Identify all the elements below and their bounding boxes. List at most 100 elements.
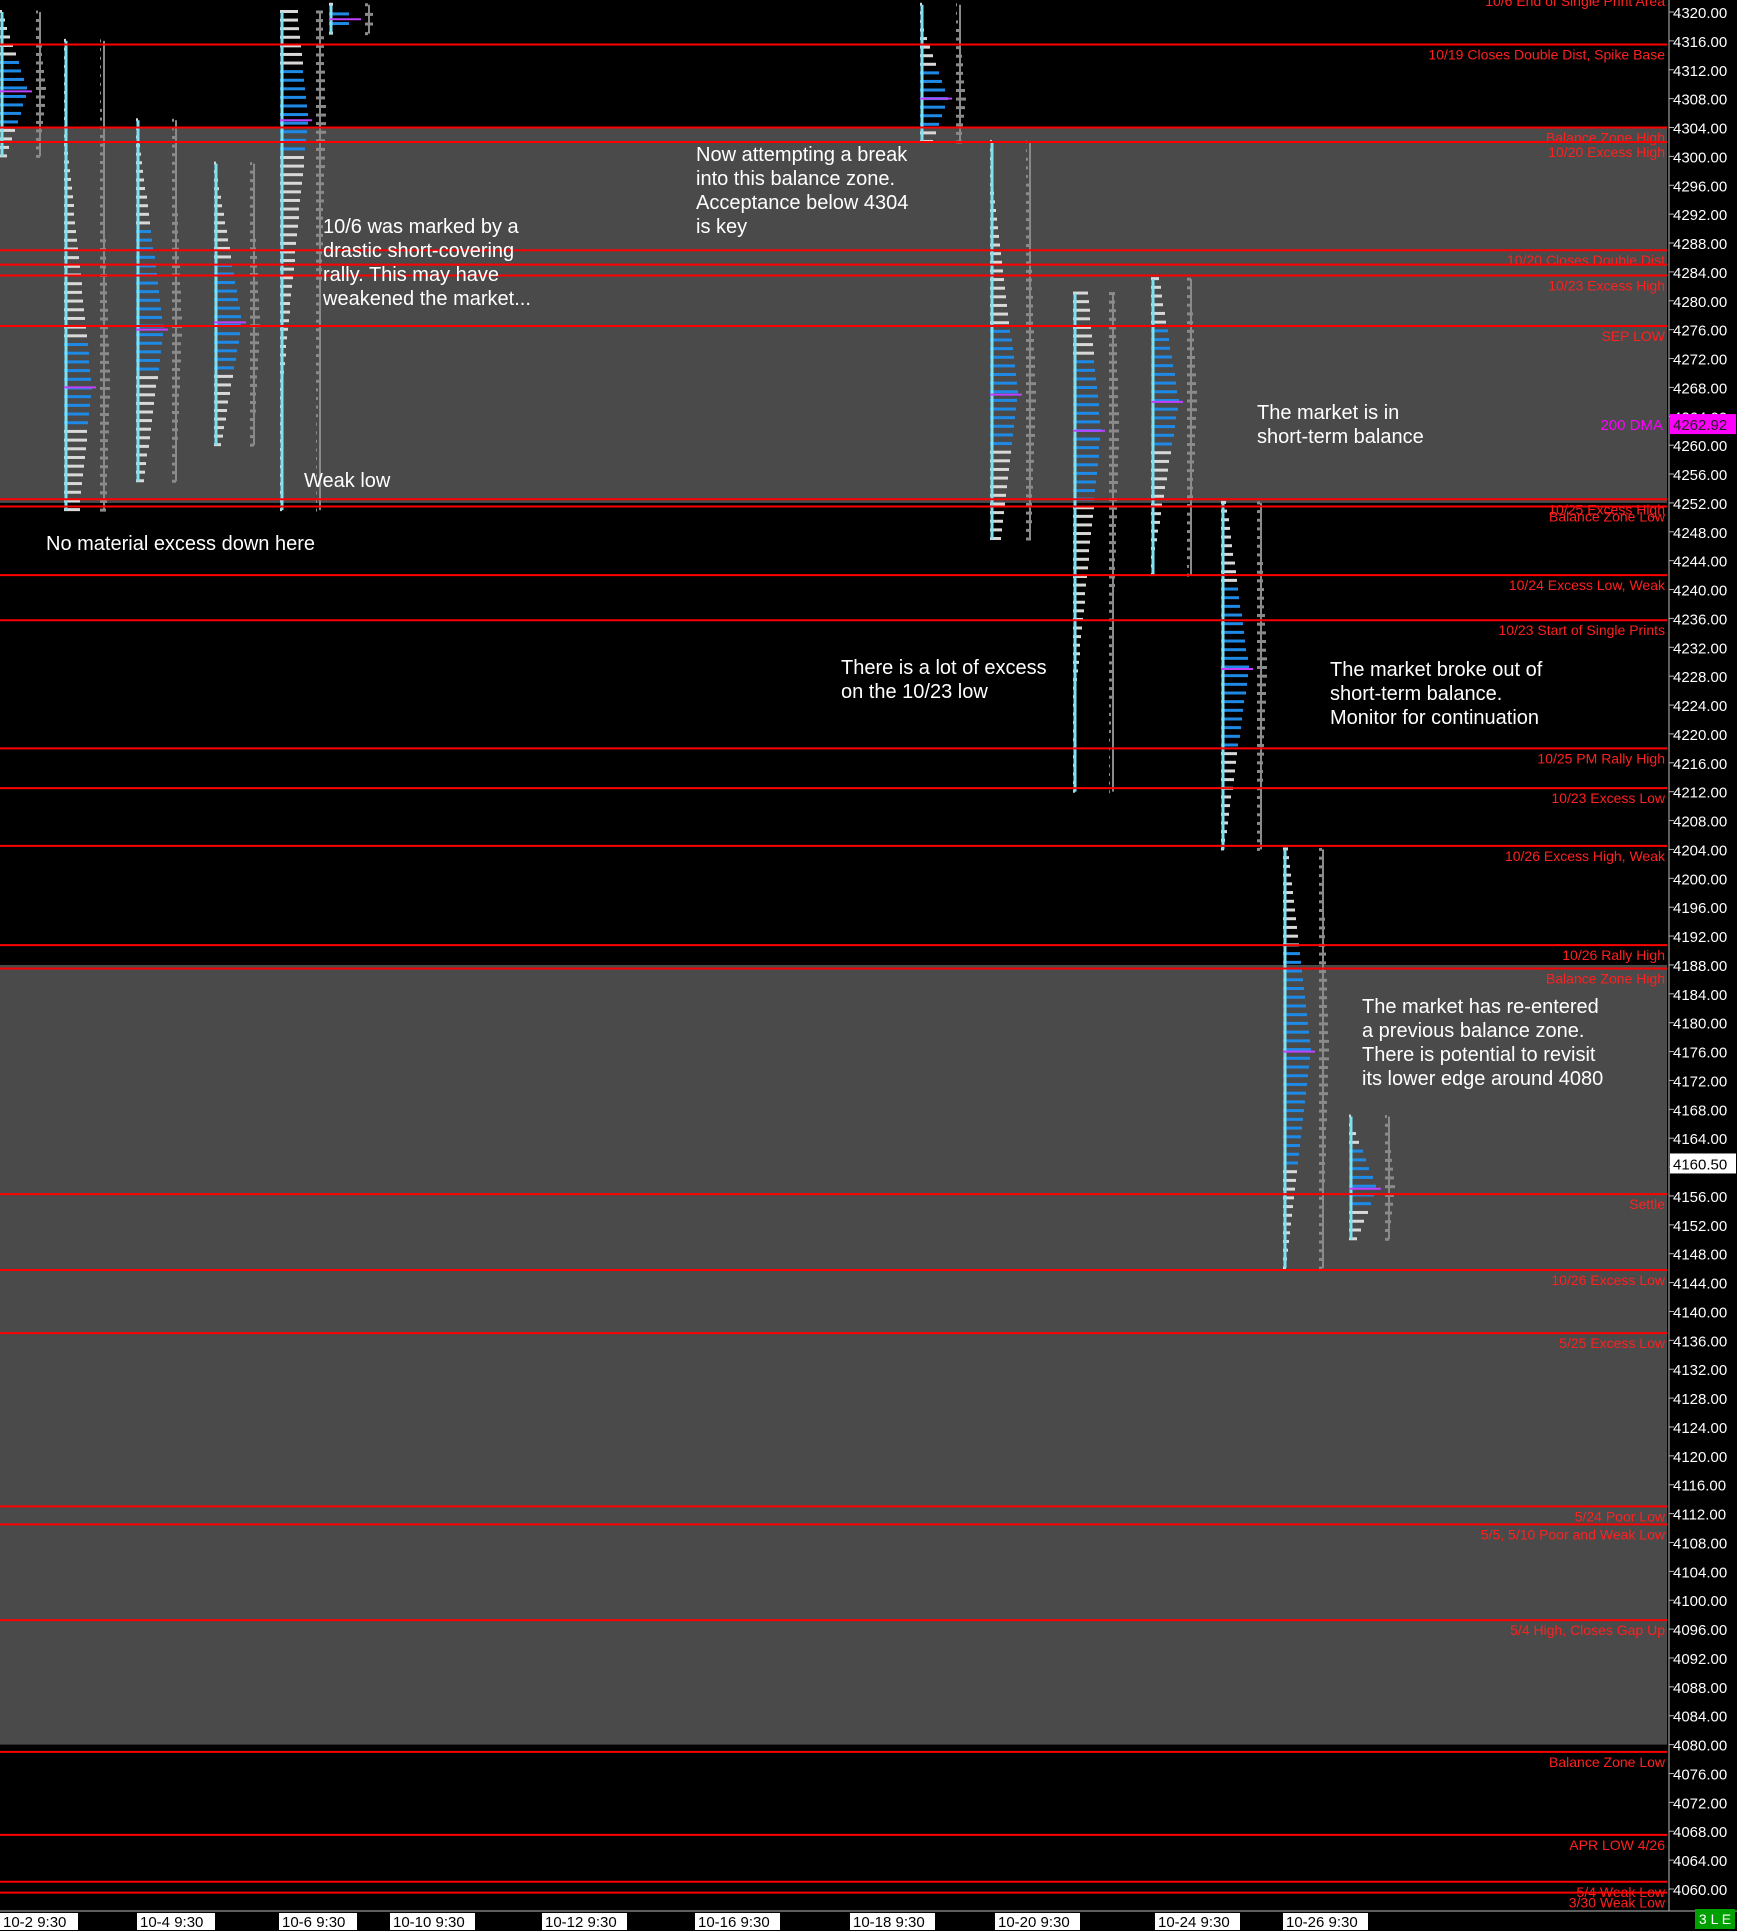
y-tick-label: 4060.00: [1673, 1882, 1727, 1899]
tpo-row: [990, 364, 1015, 368]
tpo-row: [1151, 381, 1176, 385]
reference-label: 10/20 Closes Double Dist: [1507, 252, 1665, 268]
volume-row: [36, 10, 38, 14]
tpo-row: [1151, 372, 1175, 376]
tpo-row: [214, 298, 238, 302]
x-label: 10-26 9:30: [1286, 1914, 1358, 1931]
tpo-row: [1073, 394, 1098, 398]
tpo-row: [64, 395, 91, 399]
volume-row: [1187, 547, 1190, 551]
tpo-row: [280, 95, 306, 99]
volume-row: [316, 379, 319, 383]
volume-row: [316, 500, 317, 504]
y-tick-label: 4240.00: [1673, 583, 1727, 600]
y-tick-label: 4296.00: [1673, 178, 1727, 195]
volume-row: [1319, 1249, 1322, 1253]
y-tick-label: 4068.00: [1673, 1824, 1727, 1841]
tpo-row: [1073, 411, 1099, 415]
profile-10-19: [920, 2, 966, 144]
volume-row: [1109, 678, 1112, 682]
volume-row: [172, 118, 174, 122]
annotation: There is a lot of excess on the 10/23 lo…: [841, 657, 1047, 703]
annotation: Now attempting a break into this balance…: [696, 144, 909, 238]
tpo-row: [1283, 1030, 1309, 1034]
y-tick-label: 4080.00: [1673, 1738, 1727, 1755]
tpo-row: [280, 104, 307, 108]
volume-row: [316, 405, 318, 409]
reference-label: 5/4 High, Closes Gap Up: [1510, 1622, 1665, 1638]
tpo-row: [990, 416, 1015, 420]
volume-row: [1257, 847, 1260, 851]
y-tick-label: 4096.00: [1673, 1622, 1727, 1639]
x-label: 10-6 9:30: [282, 1914, 345, 1931]
y-tick-label: 4128.00: [1673, 1391, 1727, 1408]
y-tick-label: 4164.00: [1673, 1131, 1727, 1148]
x-label: 10-10 9:30: [393, 1914, 465, 1931]
volume-row: [1109, 773, 1110, 777]
tpo-row: [1349, 1175, 1373, 1179]
volume-row: [250, 187, 253, 191]
volume-row: [1026, 174, 1028, 178]
volume-row: [100, 56, 101, 60]
tpo-row: [214, 332, 240, 336]
reference-label: 10/6 End of Single Print Area: [1485, 0, 1665, 9]
volume-row: [316, 457, 317, 461]
tpo-row: [280, 113, 308, 117]
volume-row: [1109, 755, 1110, 759]
volume-row: [100, 108, 102, 112]
y-tick-label: 4228.00: [1673, 669, 1727, 686]
last-price-value: 4160.50: [1673, 1156, 1727, 1173]
tpo-row: [136, 358, 160, 362]
tpo-row: [990, 381, 1017, 385]
y-tick-label: 4192.00: [1673, 929, 1727, 946]
tpo-row: [214, 340, 239, 344]
tpo-row: [1221, 648, 1246, 652]
reference-label: 10/24 Excess Low, Weak: [1509, 577, 1666, 593]
y-tick-label: 4172.00: [1673, 1073, 1727, 1090]
volume-row: [316, 371, 319, 375]
volume-row: [1026, 192, 1029, 196]
volume-row: [1026, 157, 1028, 161]
y-tick-label: 4224.00: [1673, 698, 1727, 715]
y-tick-label: 4244.00: [1673, 554, 1727, 571]
tpo-row: [990, 373, 1016, 377]
volume-row: [1109, 738, 1110, 742]
tpo-row: [0, 77, 24, 81]
tpo-row: [1151, 416, 1176, 420]
volume-row: [956, 28, 959, 32]
y-tick-label: 4268.00: [1673, 380, 1727, 397]
x-label: 10-12 9:30: [545, 1914, 617, 1931]
tpo-row: [1221, 674, 1248, 678]
volume-row: [316, 439, 317, 443]
y-tick-label: 4292.00: [1673, 207, 1727, 224]
y-tick-label: 4300.00: [1673, 149, 1727, 166]
volume-row: [1026, 183, 1029, 187]
volume-row: [1257, 839, 1260, 843]
tpo-row: [1283, 1039, 1310, 1043]
y-tick-label: 4304.00: [1673, 121, 1727, 138]
tpo-row: [990, 390, 1018, 394]
tpo-row: [280, 87, 305, 91]
reference-label: 10/20 Excess High: [1548, 144, 1665, 160]
volume-row: [1109, 661, 1112, 665]
volume-row: [1257, 830, 1260, 834]
y-tick-label: 4072.00: [1673, 1795, 1727, 1812]
volume-row: [316, 508, 317, 512]
y-tick-label: 4216.00: [1673, 756, 1727, 773]
volume-row: [100, 152, 103, 156]
annotation: No material excess down here: [46, 533, 316, 555]
y-tick-label: 4252.00: [1673, 496, 1727, 513]
tpo-row: [280, 78, 304, 82]
y-tick-label: 4088.00: [1673, 1680, 1727, 1697]
volume-row: [316, 388, 318, 392]
tpo-row: [1283, 1056, 1310, 1060]
y-tick-label: 4284.00: [1673, 265, 1727, 282]
annotation: The market broke out of short-term balan…: [1330, 659, 1543, 729]
tpo-row: [1221, 682, 1247, 686]
volume-row: [365, 32, 368, 36]
balance-zones: [0, 127, 1667, 1745]
volume-row: [1319, 1257, 1322, 1261]
y-tick-label: 4200.00: [1673, 871, 1727, 888]
volume-row: [250, 170, 253, 174]
volume-row: [1109, 695, 1112, 699]
